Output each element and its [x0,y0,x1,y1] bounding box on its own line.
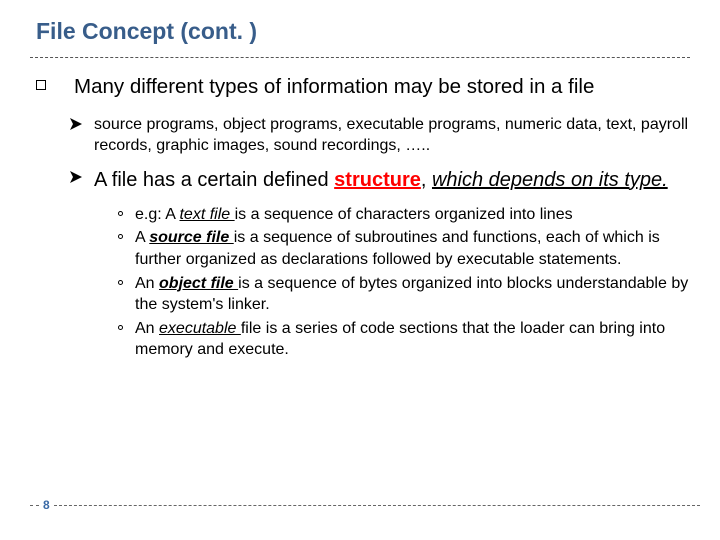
list-item: A source file is a sequence of subroutin… [118,227,696,270]
slide-title: File Concept (cont. ) [0,0,720,57]
text-segment: A [135,229,149,246]
text-segment: An [135,275,159,292]
bullet-level-2: A file has a certain defined structure, … [70,167,696,194]
slide-footer: 8 [30,498,700,512]
bullet-level-1: Many different types of information may … [36,74,696,100]
arrow-text: A file has a certain defined structure, … [94,167,668,194]
list-item: e.g: A text file is a sequence of charac… [118,204,696,226]
page-number: 8 [39,498,54,512]
text-segment: is a sequence of characters organized in… [235,206,573,223]
arrow-icon [70,118,84,130]
term-object-file: object file [159,275,238,292]
text-segment: An [135,320,159,337]
arrow-text: source programs, object programs, execut… [94,114,696,157]
list-text: e.g: A text file is a sequence of charac… [135,204,573,226]
emphasis-phrase: which depends on its type. [432,169,668,191]
term-text-file: text file [179,206,234,223]
keyword-structure: structure [334,169,421,191]
circle-bullet-icon [118,280,123,285]
text-segment: , [421,169,432,191]
circle-bullet-icon [118,325,123,330]
footer-dash-right [54,505,700,506]
list-item: An object file is a sequence of bytes or… [118,273,696,316]
text-segment: e.g: A [135,206,179,223]
term-executable: executable [159,320,241,337]
slide-content: Many different types of information may … [0,58,720,361]
bullet-level-3-list: e.g: A text file is a sequence of charac… [118,204,696,361]
text-segment: A file has a certain defined [94,169,334,191]
list-text: An object file is a sequence of bytes or… [135,273,696,316]
list-item: An executable file is a series of code s… [118,318,696,361]
square-bullet-icon [36,80,46,90]
circle-bullet-icon [118,234,123,239]
list-text: A source file is a sequence of subroutin… [135,227,696,270]
term-source-file: source file [149,229,233,246]
circle-bullet-icon [118,211,123,216]
footer-dash-left [30,505,39,506]
list-text: An executable file is a series of code s… [135,318,696,361]
bullet-text: Many different types of information may … [74,74,594,100]
bullet-level-2: source programs, object programs, execut… [70,114,696,157]
arrow-icon [70,171,84,183]
